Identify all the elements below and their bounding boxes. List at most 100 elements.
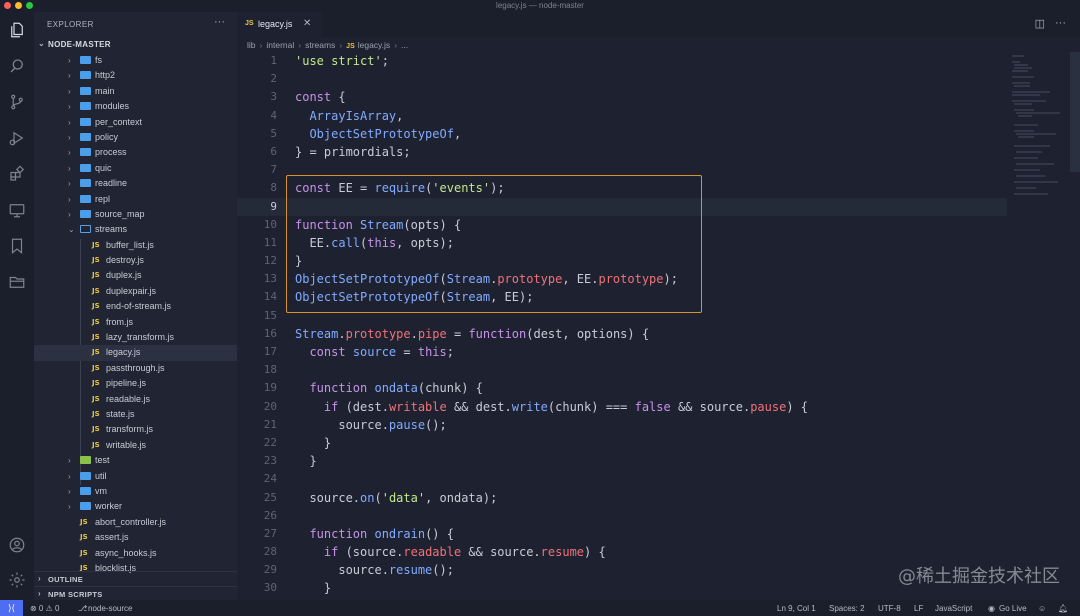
outline-section[interactable]: › OUTLINE: [34, 571, 237, 585]
indentation[interactable]: Spaces: 2: [829, 604, 865, 613]
branch-label[interactable]: node-source: [88, 604, 132, 613]
folder-item[interactable]: › per_context: [34, 115, 237, 130]
folder-item[interactable]: › readline: [34, 176, 237, 191]
run-debug-icon[interactable]: [7, 128, 27, 148]
code-line[interactable]: 18: [237, 361, 1007, 379]
tab-legacy-js[interactable]: JS legacy.js ✕: [237, 12, 322, 37]
problems-indicator[interactable]: ⊗ 0 ⚠ 0: [30, 604, 59, 613]
code-line[interactable]: 3 const {: [237, 88, 1007, 106]
code-line[interactable]: 15: [237, 307, 1007, 325]
search-icon[interactable]: [7, 56, 27, 76]
code-line[interactable]: 30 }: [237, 579, 1007, 597]
code-line[interactable]: 13 ObjectSetPrototypeOf(Stream.prototype,…: [237, 270, 1007, 288]
code-line[interactable]: 1 'use strict';: [237, 52, 1007, 70]
folder-item[interactable]: › vm: [34, 484, 237, 499]
vertical-scrollbar[interactable]: [1070, 52, 1080, 172]
code-line[interactable]: 24: [237, 470, 1007, 488]
folder-item[interactable]: ⌄ streams: [34, 222, 237, 237]
file-item[interactable]: JS from.js: [34, 315, 237, 330]
more-actions-icon[interactable]: ···: [214, 16, 225, 28]
settings-gear-icon[interactable]: [7, 570, 27, 590]
extensions-icon[interactable]: [7, 164, 27, 184]
folder-item[interactable]: › test: [34, 453, 237, 468]
code-line[interactable]: 21 source.pause();: [237, 416, 1007, 434]
code-line[interactable]: 29 source.resume();: [237, 561, 1007, 579]
code-line[interactable]: 23 }: [237, 452, 1007, 470]
code-line[interactable]: 28 if (source.readable && source.resume)…: [237, 543, 1007, 561]
code-line[interactable]: 22 }: [237, 434, 1007, 452]
file-item[interactable]: JS abort_controller.js: [34, 515, 237, 530]
code-line[interactable]: 9: [237, 197, 1007, 216]
code-line[interactable]: 19 function ondata(chunk) {: [237, 379, 1007, 397]
bookmarks-icon[interactable]: [7, 236, 27, 256]
project-manager-icon[interactable]: [7, 272, 27, 292]
folder-item[interactable]: › quic: [34, 161, 237, 176]
encoding[interactable]: UTF-8: [878, 604, 901, 613]
code-line[interactable]: 8 const EE = require('events');: [237, 179, 1007, 197]
folder-item[interactable]: › fs: [34, 53, 237, 68]
split-editor-icon[interactable]: ◫: [1035, 17, 1045, 30]
source-control-icon[interactable]: [7, 92, 27, 112]
code-line[interactable]: 10 function Stream(opts) {: [237, 216, 1007, 234]
notifications-icon[interactable]: 🔔︎: [1058, 604, 1068, 613]
file-item[interactable]: JS passthrough.js: [34, 361, 237, 376]
code-line[interactable]: 17 const source = this;: [237, 343, 1007, 361]
code-line[interactable]: 14 ObjectSetPrototypeOf(Stream, EE);: [237, 288, 1007, 306]
code-line[interactable]: 5 ObjectSetPrototypeOf,: [237, 125, 1007, 143]
breadcrumb-item[interactable]: lib: [247, 40, 256, 50]
file-item[interactable]: JS readable.js: [34, 392, 237, 407]
file-item[interactable]: JS lazy_transform.js: [34, 330, 237, 345]
breadcrumb-item[interactable]: streams: [305, 40, 335, 50]
close-icon[interactable]: ✕: [303, 18, 311, 29]
folder-item[interactable]: › policy: [34, 130, 237, 145]
file-item[interactable]: JS state.js: [34, 407, 237, 422]
file-item[interactable]: JS duplexpair.js: [34, 284, 237, 299]
folder-item[interactable]: › util: [34, 469, 237, 484]
code-line[interactable]: 12}: [237, 252, 1007, 270]
breadcrumb-item[interactable]: internal: [266, 40, 294, 50]
file-item[interactable]: JS buffer_list.js: [34, 238, 237, 253]
code-editor[interactable]: 1'use strict'; 2 3 const {4 ArrayIsArray, 5 …: [237, 52, 1007, 598]
minimap[interactable]: [1010, 52, 1068, 202]
folder-item[interactable]: › modules: [34, 99, 237, 114]
files-icon[interactable]: [7, 20, 27, 40]
file-item[interactable]: JS writable.js: [34, 438, 237, 453]
cursor-position[interactable]: Ln 9, Col 1: [777, 604, 816, 613]
more-actions-icon[interactable]: ···: [1055, 17, 1066, 30]
feedback-icon[interactable]: ☺: [1038, 604, 1046, 613]
breadcrumb-item[interactable]: legacy.js: [358, 40, 390, 50]
code-line[interactable]: 7: [237, 161, 1007, 179]
file-item[interactable]: JS destroy.js: [34, 253, 237, 268]
language-mode[interactable]: JavaScript: [935, 604, 972, 613]
folder-item[interactable]: › repl: [34, 192, 237, 207]
code-line[interactable]: 11 EE.call(this, opts);: [237, 234, 1007, 252]
workspace-root[interactable]: ⌄ NODE-MASTER: [34, 38, 237, 52]
breadcrumb-item[interactable]: ...: [401, 40, 408, 50]
file-item[interactable]: JS end-of-stream.js: [34, 299, 237, 314]
folder-item[interactable]: › worker: [34, 499, 237, 514]
code-line[interactable]: 27 function ondrain() {: [237, 525, 1007, 543]
file-item[interactable]: JS assert.js: [34, 530, 237, 545]
code-line[interactable]: 26: [237, 507, 1007, 525]
code-line[interactable]: 6} = primordials;: [237, 143, 1007, 161]
code-line[interactable]: 25 source.on('data', ondata);: [237, 489, 1007, 507]
file-item[interactable]: JS transform.js: [34, 422, 237, 437]
code-line[interactable]: 16 Stream.prototype.pipe = function(dest,…: [237, 325, 1007, 343]
go-live-button[interactable]: Go Live: [999, 604, 1027, 613]
folder-item[interactable]: › source_map: [34, 207, 237, 222]
file-item[interactable]: JS async_hooks.js: [34, 546, 237, 561]
file-item[interactable]: JS pipeline.js: [34, 376, 237, 391]
folder-item[interactable]: › process: [34, 145, 237, 160]
line-ending[interactable]: LF: [914, 604, 923, 613]
remote-indicator-icon[interactable]: ⟩⟨: [0, 600, 23, 616]
account-icon[interactable]: [7, 535, 27, 555]
remote-explorer-icon[interactable]: [7, 200, 27, 220]
code-line[interactable]: 2: [237, 70, 1007, 88]
folder-item[interactable]: › main: [34, 84, 237, 99]
folder-item[interactable]: › http2: [34, 68, 237, 83]
npm-scripts-section[interactable]: › NPM SCRIPTS: [34, 586, 237, 600]
file-item[interactable]: JS duplex.js: [34, 268, 237, 283]
code-line[interactable]: 20 if (dest.writable && dest.write(chunk…: [237, 398, 1007, 416]
code-line[interactable]: 4 ArrayIsArray,: [237, 107, 1007, 125]
file-item[interactable]: JS legacy.js: [34, 345, 237, 361]
